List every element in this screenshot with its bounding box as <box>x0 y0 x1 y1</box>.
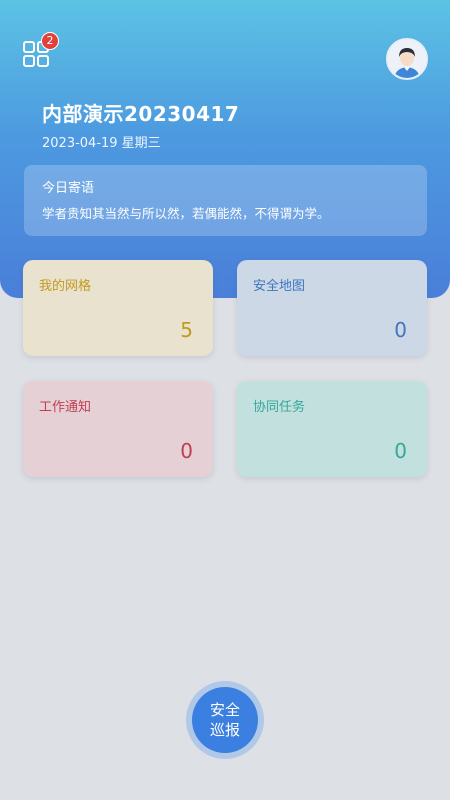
user-avatar-icon <box>388 40 426 78</box>
safety-patrol-button[interactable]: 安全 巡报 <box>192 687 258 753</box>
tile-label: 我的网格 <box>39 279 92 294</box>
tile-count: 5 <box>180 318 193 342</box>
page-title: 内部演示20230417 <box>42 102 240 126</box>
tile-label: 工作通知 <box>39 400 92 415</box>
tile-count: 0 <box>394 318 407 342</box>
avatar[interactable] <box>386 38 428 80</box>
tile-safety-map[interactable]: 安全地图 0 <box>237 260 427 356</box>
tile-label: 协同任务 <box>253 400 306 415</box>
tile-collab-task[interactable]: 协同任务 0 <box>237 381 427 477</box>
tile-work-notice[interactable]: 工作通知 0 <box>23 381 213 477</box>
tile-label: 安全地图 <box>253 279 306 294</box>
tile-count: 0 <box>394 439 407 463</box>
daily-quote-title: 今日寄语 <box>42 181 95 196</box>
tile-my-grid[interactable]: 我的网格 5 <box>23 260 213 356</box>
tile-count: 0 <box>180 439 193 463</box>
header-banner: 2 内部演示20230417 2023-04-19 星期三 今日寄语 学者贵知其… <box>0 0 450 298</box>
daily-quote-card: 今日寄语 学者贵知其当然与所以然，若偶能然，不得谓为学。 <box>24 165 427 236</box>
patrol-label-line2: 巡报 <box>209 721 240 739</box>
patrol-label-line1: 安全 <box>209 701 240 719</box>
date-label: 2023-04-19 星期三 <box>42 136 161 151</box>
notification-badge: 2 <box>41 32 59 50</box>
daily-quote-text: 学者贵知其当然与所以然，若偶能然，不得谓为学。 <box>42 206 330 221</box>
